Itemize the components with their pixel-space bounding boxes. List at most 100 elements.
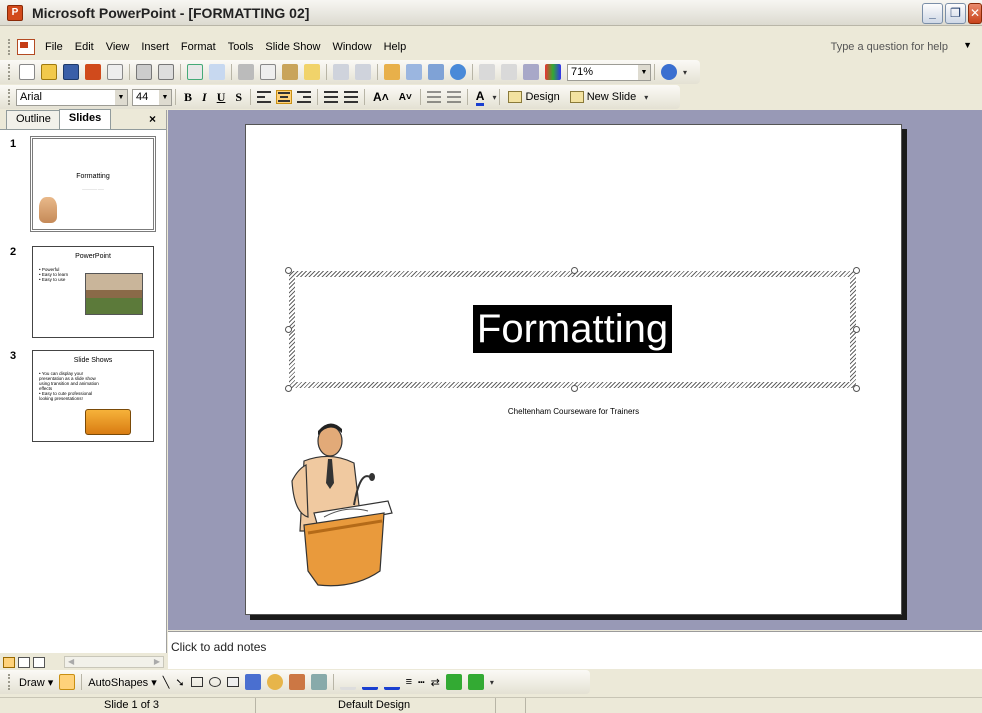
email-icon[interactable] <box>107 64 123 80</box>
zoom-select[interactable]: 71% ▼ <box>567 63 651 81</box>
menu-window[interactable]: Window <box>332 41 371 53</box>
slide-thumbnail[interactable]: Formatting ————— —— <box>30 136 156 232</box>
horizontal-scrollbar[interactable]: ◀ ▶ <box>64 656 164 668</box>
shadow-style-icon[interactable] <box>445 674 462 690</box>
slide-thumbnail[interactable]: PowerPoint • Powerful • Easy to learn • … <box>32 246 154 338</box>
dash-style-icon[interactable]: ┅ <box>418 676 425 689</box>
line-style-icon[interactable]: ≡ <box>406 676 412 688</box>
toolbar-options-icon[interactable]: ▾ <box>644 93 648 102</box>
redo-icon[interactable] <box>355 64 371 80</box>
menu-view[interactable]: View <box>106 41 130 53</box>
copy-icon[interactable] <box>260 64 276 80</box>
insert-table-icon[interactable] <box>406 64 422 80</box>
arrow-style-icon[interactable]: ⇄ <box>431 676 440 689</box>
expand-all-icon[interactable] <box>479 64 495 80</box>
permission-icon[interactable] <box>85 64 101 80</box>
autoshapes-menu-button[interactable]: AutoShapes ▾ <box>88 676 157 689</box>
select-objects-icon[interactable] <box>59 674 76 690</box>
menu-grip[interactable] <box>8 39 11 55</box>
toolbar-grip[interactable] <box>8 674 11 690</box>
menu-tools[interactable]: Tools <box>228 41 254 53</box>
fill-color-icon[interactable] <box>339 674 356 690</box>
font-size-select[interactable]: 44 ▼ <box>132 88 172 106</box>
bold-button[interactable]: B <box>184 90 192 105</box>
speaker-at-podium-clipart[interactable] <box>284 421 394 591</box>
rectangle-icon[interactable] <box>190 677 203 687</box>
3d-style-icon[interactable] <box>467 674 484 690</box>
wordart-icon[interactable] <box>244 674 261 690</box>
paste-icon[interactable] <box>282 64 298 80</box>
draw-menu-button[interactable]: Draw ▾ <box>19 676 53 689</box>
font-color-dropdown-icon[interactable]: ▾ <box>492 93 496 102</box>
slide-show-view-icon[interactable] <box>33 656 45 668</box>
decrease-font-icon[interactable]: A˅ <box>399 92 412 103</box>
oval-icon[interactable] <box>208 677 221 687</box>
numbering-icon[interactable] <box>323 90 339 104</box>
shadow-button[interactable]: S <box>235 90 242 105</box>
menu-edit[interactable]: Edit <box>75 41 94 53</box>
resize-handle[interactable] <box>285 385 292 392</box>
close-icon[interactable]: ✕ <box>968 3 982 24</box>
resize-handle[interactable] <box>571 385 578 392</box>
show-formatting-icon[interactable] <box>501 64 517 80</box>
tab-slides[interactable]: Slides <box>58 109 112 129</box>
increase-font-icon[interactable]: A˄ <box>373 90 389 104</box>
decrease-indent-icon[interactable] <box>426 90 442 104</box>
tab-outline[interactable]: Outline <box>6 110 61 129</box>
format-painter-icon[interactable] <box>304 64 320 80</box>
arrow-icon[interactable]: ➘ <box>175 676 184 689</box>
close-icon[interactable]: × <box>149 112 156 126</box>
line-icon[interactable]: ╲ <box>163 676 170 689</box>
align-right-icon[interactable] <box>296 90 312 104</box>
notes-placeholder[interactable]: Click to add notes <box>171 640 266 654</box>
insert-hyperlink-icon[interactable] <box>450 64 466 80</box>
spelling-icon[interactable] <box>187 64 203 80</box>
help-icon[interactable] <box>661 64 677 80</box>
slide-title[interactable]: Formatting <box>295 305 850 353</box>
align-center-icon[interactable] <box>276 90 293 104</box>
font-color-icon[interactable]: A <box>475 89 485 106</box>
notes-pane[interactable]: Click to add notes <box>168 631 982 669</box>
save-icon[interactable] <box>63 64 79 80</box>
resize-handle[interactable] <box>285 326 292 333</box>
chevron-down-icon[interactable]: ▼ <box>115 89 127 105</box>
print-preview-icon[interactable] <box>158 64 174 80</box>
restore-icon[interactable]: ❐ <box>945 3 966 24</box>
normal-view-icon[interactable] <box>3 656 15 668</box>
menu-file[interactable]: File <box>45 41 63 53</box>
insert-chart-icon[interactable] <box>384 64 400 80</box>
picture-icon[interactable] <box>310 674 327 690</box>
resize-handle[interactable] <box>853 267 860 274</box>
slide-title-text[interactable]: Formatting <box>472 305 673 353</box>
underline-button[interactable]: U <box>217 90 226 105</box>
menu-help[interactable]: Help <box>384 41 407 53</box>
new-icon[interactable] <box>19 64 35 80</box>
resize-handle[interactable] <box>853 385 860 392</box>
text-box-icon[interactable] <box>226 677 239 687</box>
slide[interactable]: Formatting Cheltenham Courseware for Tra… <box>245 124 902 615</box>
bullets-icon[interactable] <box>343 90 359 104</box>
menu-slide-show[interactable]: Slide Show <box>265 41 320 53</box>
minimize-icon[interactable]: _ <box>922 3 943 24</box>
toolbar-options-icon[interactable]: ▾ <box>683 68 687 77</box>
toolbar-grip[interactable] <box>8 64 11 80</box>
design-button[interactable]: Design <box>508 91 560 103</box>
chevron-down-icon[interactable]: ▼ <box>159 89 171 105</box>
resize-handle[interactable] <box>571 267 578 274</box>
print-icon[interactable] <box>136 64 152 80</box>
scroll-left-icon[interactable]: ◀ <box>68 657 74 667</box>
line-color-icon[interactable] <box>361 674 378 690</box>
tables-borders-icon[interactable] <box>428 64 444 80</box>
menu-insert[interactable]: Insert <box>141 41 169 53</box>
scroll-right-icon[interactable]: ▶ <box>154 657 160 667</box>
resize-handle[interactable] <box>853 326 860 333</box>
undo-icon[interactable] <box>333 64 349 80</box>
powerpoint-icon[interactable]: P <box>7 4 23 21</box>
toolbar-grip[interactable] <box>8 89 11 105</box>
show-grid-icon[interactable] <box>523 64 539 80</box>
research-icon[interactable] <box>209 64 225 80</box>
font-color-icon[interactable] <box>383 674 400 690</box>
italic-button[interactable]: I <box>202 90 207 105</box>
slide-subtitle[interactable]: Cheltenham Courseware for Trainers <box>246 407 901 416</box>
menu-format[interactable]: Format <box>181 41 216 53</box>
